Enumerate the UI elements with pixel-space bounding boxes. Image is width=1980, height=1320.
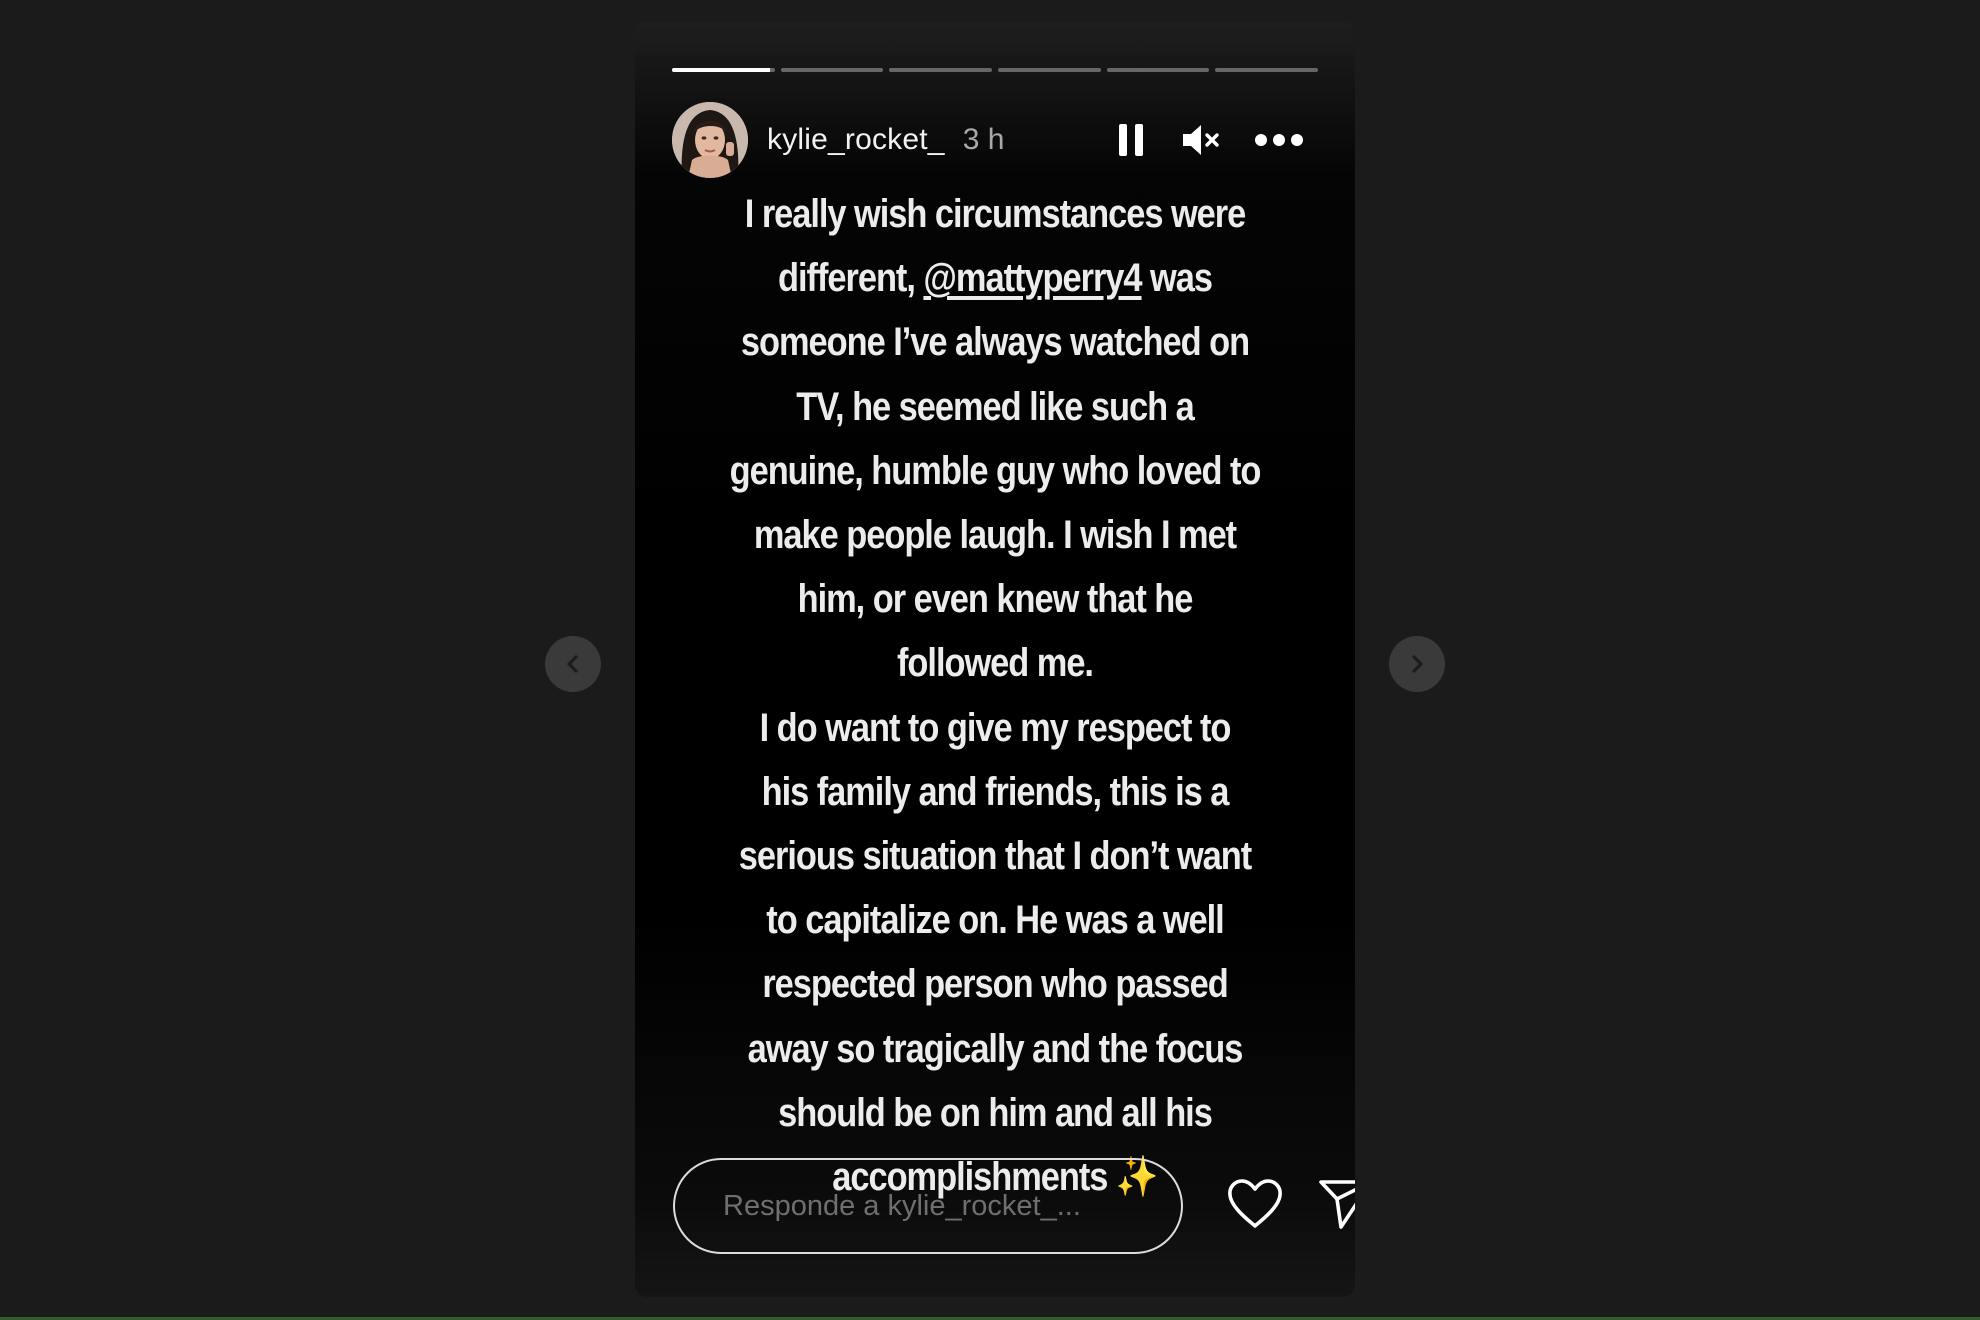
caption-line: someone I’ve always watched on [740, 320, 1250, 365]
pause-icon [1119, 124, 1143, 156]
previous-story-button[interactable] [545, 636, 601, 692]
caption-line: I really wish circumstances were [744, 192, 1246, 236]
caption-line: him, or even knew that he [797, 577, 1194, 622]
caption-line: followed me. [897, 641, 1094, 686]
story-viewer: kylie_rocket_ 3 h I really wish circumst… [0, 0, 1980, 1320]
story-progress-bar [672, 68, 1319, 72]
timestamp: 3 h [962, 123, 1005, 156]
story-caption: I really wish circumstances were differen… [703, 182, 1288, 1209]
share-button[interactable] [1315, 1174, 1355, 1234]
progress-segment [672, 68, 775, 72]
send-icon [1319, 1180, 1355, 1229]
progress-segment [1106, 68, 1210, 72]
progress-segment [998, 68, 1101, 72]
reply-box[interactable] [673, 1158, 1183, 1254]
pause-button[interactable] [1111, 116, 1151, 164]
chevron-right-icon [1412, 655, 1423, 673]
next-story-button[interactable] [1389, 636, 1445, 692]
reply-input[interactable] [721, 1188, 1155, 1224]
caption-line: different, @mattyperry4 was [703, 246, 1288, 310]
caption-line: should be on him and all his [778, 1090, 1213, 1135]
muted-speaker-icon [1183, 125, 1219, 155]
story-card[interactable]: kylie_rocket_ 3 h I really wish circumst… [635, 22, 1355, 1297]
username[interactable]: kylie_rocket_ [767, 123, 945, 157]
caption-text: different, [778, 256, 924, 301]
caption-line: respected person who passed [762, 962, 1228, 1007]
caption-line: make people laugh. I wish I met [753, 513, 1237, 558]
more-options-icon [1255, 134, 1303, 146]
caption-line: serious situation that I don’t want [738, 834, 1252, 879]
caption-line: TV, he seemed like such a [796, 384, 1194, 429]
story-header: kylie_rocket_ 3 h [672, 100, 1318, 180]
like-button[interactable] [1225, 1174, 1285, 1234]
chevron-left-icon [567, 655, 578, 673]
caption-line: his family and friends, this is a [761, 769, 1230, 814]
caption-line: genuine, humble guy who loved to [729, 448, 1262, 493]
progress-segment [889, 68, 993, 72]
mention-link[interactable]: @mattyperry4 [923, 256, 1142, 300]
caption-text: was [1141, 256, 1213, 301]
caption-line: away so tragically and the focus [747, 1026, 1244, 1071]
progress-segment [780, 68, 884, 72]
progress-segment-fill [672, 68, 770, 72]
avatar-image [672, 102, 748, 178]
caption-line: to capitalize on. He was a well [766, 898, 1224, 943]
avatar[interactable] [672, 102, 748, 178]
more-options-button[interactable] [1253, 116, 1305, 164]
heart-icon [1228, 1179, 1282, 1228]
mute-button[interactable] [1179, 116, 1223, 164]
progress-segment [1215, 68, 1319, 72]
caption-line: I do want to give my respect to [759, 705, 1232, 750]
